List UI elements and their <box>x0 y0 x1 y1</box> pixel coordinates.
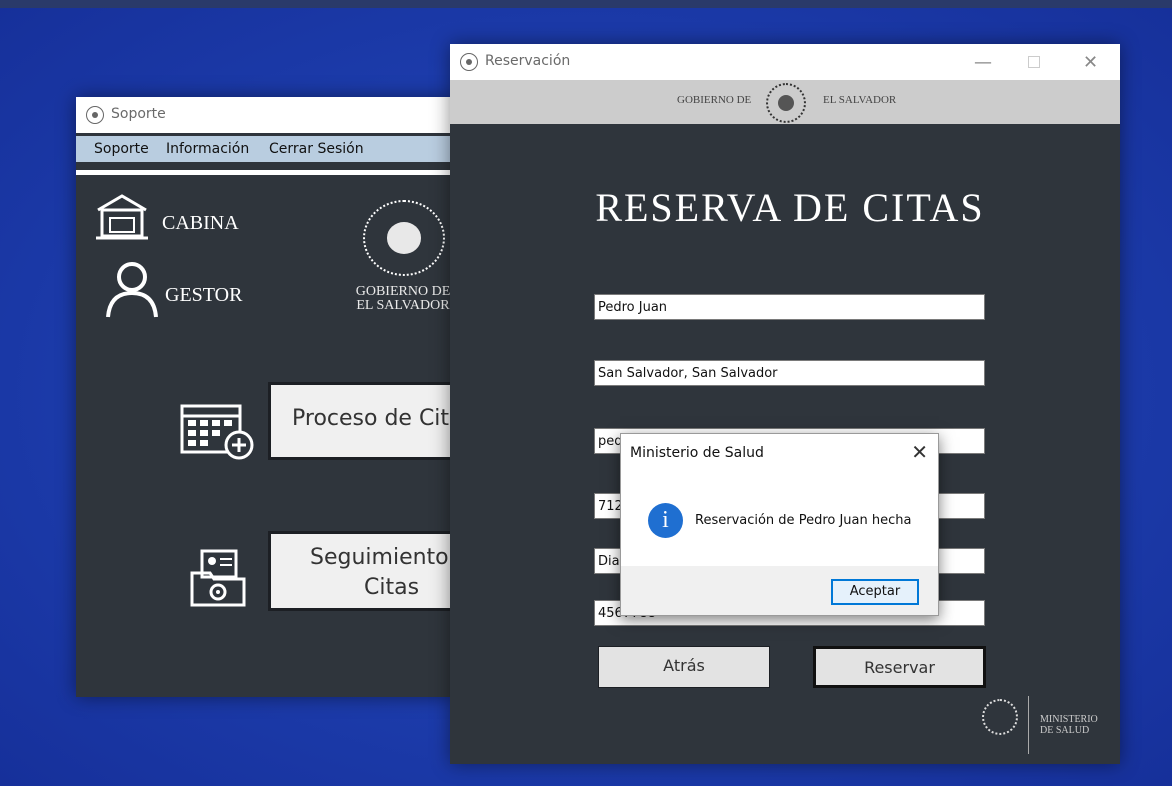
el-salvador-seal <box>363 200 445 276</box>
soporte-window-title: Soporte <box>111 106 166 122</box>
gobierno-line2: EL SALVADOR <box>356 298 450 313</box>
cabin-icon[interactable] <box>94 192 150 240</box>
header-text-right: EL SALVADOR <box>823 94 897 106</box>
gestor-label[interactable]: GESTOR <box>165 284 242 307</box>
menu-item-informacion[interactable]: Información <box>166 141 249 157</box>
user-icon[interactable] <box>104 259 160 319</box>
dialog-close-icon[interactable]: ✕ <box>911 440 928 464</box>
desktop-top-bar <box>0 0 1172 8</box>
reservacion-window-title: Reservación <box>485 53 571 69</box>
seguimiento-de-citas-button[interactable]: Seguimiento de Citas <box>268 531 468 611</box>
menu-item-cerrar-sesion[interactable]: Cerrar Sesión <box>269 141 364 157</box>
maximize-icon[interactable] <box>1028 56 1040 68</box>
minimize-icon[interactable]: — <box>974 52 992 73</box>
ministry-line1: MINISTERIO <box>1040 714 1098 725</box>
app-seal-icon <box>460 53 478 71</box>
ministry-line2: DE SALUD <box>1040 725 1090 736</box>
ministry-divider <box>1028 696 1029 754</box>
menu-item-soporte[interactable]: Soporte <box>94 141 149 157</box>
menu-bar: Soporte Información Cerrar Sesión <box>76 136 456 162</box>
gobierno-header: GOBIERNO DE EL SALVADOR <box>450 80 1120 124</box>
dialog-title: Ministerio de Salud <box>630 445 764 461</box>
info-icon: i <box>648 503 683 538</box>
nombre-field[interactable]: Pedro Juan <box>594 294 985 320</box>
cabina-label[interactable]: CABINA <box>162 212 239 235</box>
header-text-left: GOBIERNO DE <box>677 94 752 106</box>
header-seal-icon <box>766 83 806 123</box>
ministry-text: MINISTERIO DE SALUD <box>1040 714 1098 736</box>
reservar-button[interactable]: Reservar <box>813 646 986 688</box>
close-icon[interactable]: ✕ <box>1083 52 1098 73</box>
message-dialog: Ministerio de Salud ✕ i Reservación de P… <box>620 433 939 616</box>
direccion-field[interactable]: San Salvador, San Salvador <box>594 360 985 386</box>
soporte-titlebar[interactable]: Soporte <box>76 97 456 133</box>
proceso-de-citas-button[interactable]: Proceso de Citas <box>268 382 468 460</box>
calendar-add-icon <box>180 404 254 460</box>
gobierno-text: GOBIERNO DE EL SALVADOR <box>348 285 458 313</box>
gobierno-line1: GOBIERNO DE <box>355 284 451 299</box>
atras-button[interactable]: Atrás <box>598 646 770 688</box>
reservacion-titlebar[interactable]: Reservación — ✕ <box>450 44 1120 80</box>
seguimiento-line1: Seguimiento de <box>310 545 468 570</box>
proceso-de-citas-label: Proceso de Citas <box>292 406 468 431</box>
dialog-footer: Aceptar <box>621 566 938 615</box>
menu-divider <box>76 170 456 175</box>
soporte-window: Soporte Soporte Información Cerrar Sesió… <box>76 97 468 697</box>
folder-user-icon <box>190 549 246 607</box>
app-seal-icon <box>86 106 104 124</box>
aceptar-button[interactable]: Aceptar <box>831 579 919 605</box>
seguimiento-line2: Citas <box>364 575 420 600</box>
page-title: RESERVA DE CITAS <box>595 185 985 230</box>
reservacion-window: Reservación — ✕ GOBIERNO DE EL SALVADOR … <box>450 44 1120 764</box>
ministry-seal-icon <box>982 699 1018 735</box>
dialog-message: Reservación de Pedro Juan hecha <box>695 513 912 528</box>
